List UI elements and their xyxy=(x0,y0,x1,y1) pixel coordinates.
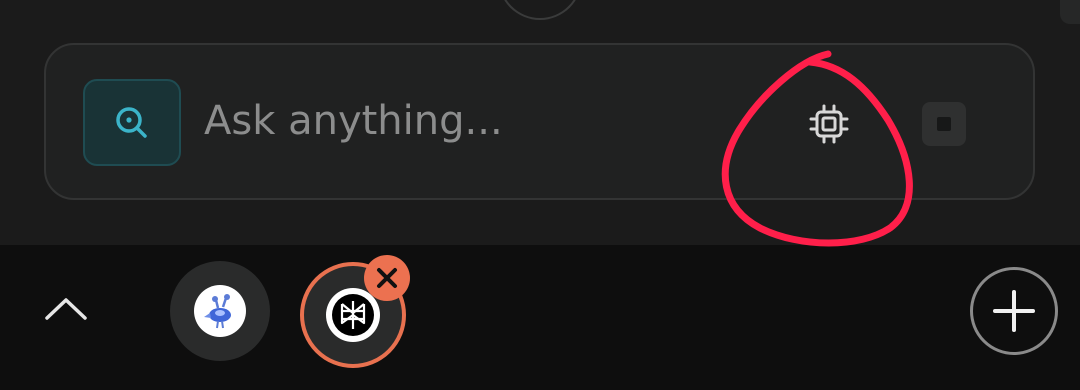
cpu-chip-icon xyxy=(809,104,849,144)
search-icon xyxy=(116,106,147,138)
scroll-down-button[interactable] xyxy=(498,0,582,20)
chevron-up-icon xyxy=(45,298,87,320)
stop-button[interactable] xyxy=(922,102,966,146)
chat-bubble-assistant[interactable] xyxy=(170,261,270,361)
edge-handle xyxy=(1060,0,1080,24)
add-button[interactable] xyxy=(970,267,1058,355)
bottom-bar xyxy=(0,245,1080,390)
search-mode-button[interactable] xyxy=(83,79,181,166)
close-icon xyxy=(377,268,397,288)
stop-icon xyxy=(937,117,951,131)
search-input[interactable] xyxy=(204,91,674,151)
assistant-avatar xyxy=(194,285,246,337)
screen xyxy=(0,0,1080,390)
assistant-avatar-icon xyxy=(204,294,231,329)
perplexity-logo-icon xyxy=(332,294,374,336)
bubble-close-button[interactable] xyxy=(364,255,410,301)
search-bar xyxy=(44,43,1035,200)
chat-area xyxy=(0,0,1080,245)
expand-button[interactable] xyxy=(36,283,96,333)
model-select-button[interactable] xyxy=(804,102,854,146)
plus-icon xyxy=(993,290,1035,332)
